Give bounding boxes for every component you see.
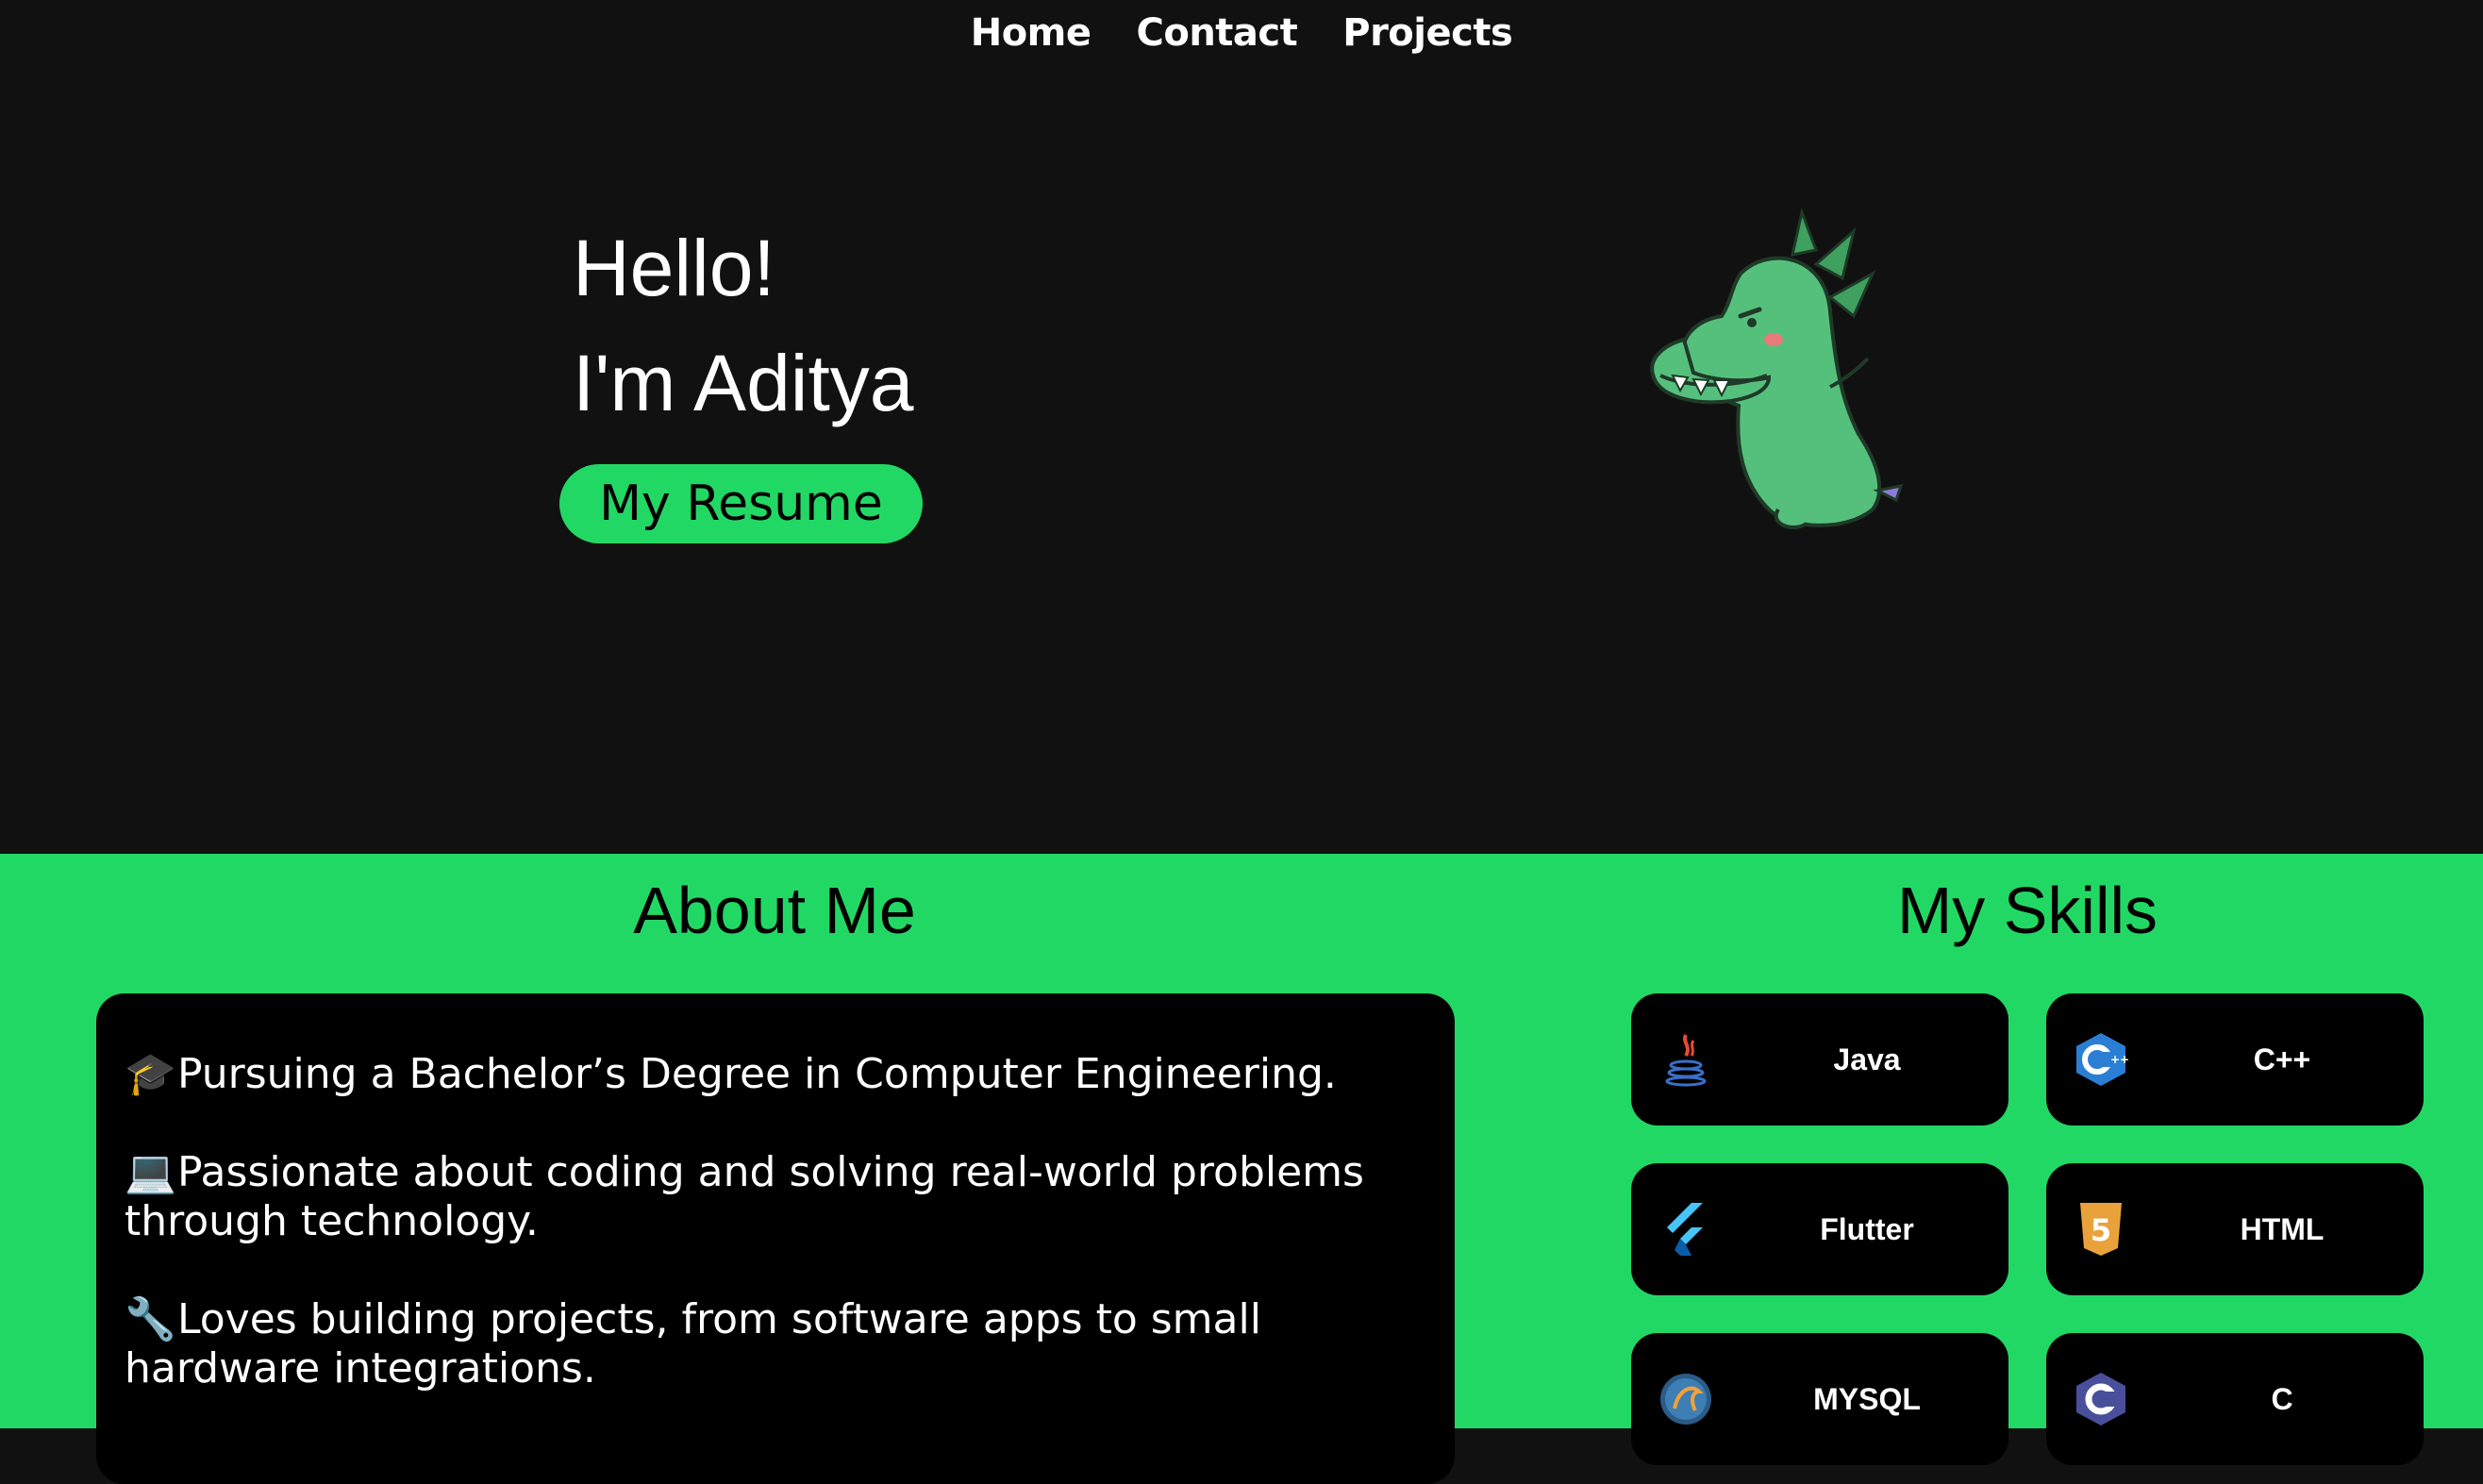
skill-label: Flutter xyxy=(1820,1211,1914,1246)
java-icon xyxy=(1665,1034,1707,1087)
resume-button[interactable]: My Resume xyxy=(559,464,923,543)
nav-projects-link[interactable]: Projects xyxy=(1342,11,1513,55)
dinosaur-illustration xyxy=(1650,208,1904,529)
skill-label: C xyxy=(2271,1381,2293,1416)
skill-card-html[interactable]: 5 HTML xyxy=(2046,1163,2424,1295)
skill-card-mysql[interactable]: MYSQL xyxy=(1631,1333,2008,1465)
hero-greeting: Hello! xyxy=(573,224,775,312)
about-skills-section: About Me My Skills 🎓Pursuing a Bachelor’… xyxy=(0,854,2483,1484)
about-item-coding: 💻Passionate about coding and solving rea… xyxy=(125,1148,1426,1246)
skill-label: C++ xyxy=(2253,1042,2311,1076)
nav-home-link[interactable]: Home xyxy=(971,11,1092,55)
about-item-degree: 🎓Pursuing a Bachelor’s Degree in Compute… xyxy=(125,1050,1426,1099)
svg-text:++: ++ xyxy=(2110,1053,2129,1066)
wrench-icon: 🔧 xyxy=(125,1295,176,1343)
hero-section: Home Contact Projects Hello! I'm Aditya … xyxy=(0,0,2483,854)
about-item-text: Loves building projects, from software a… xyxy=(125,1295,1261,1392)
c-icon xyxy=(2076,1373,2125,1426)
html5-icon: 5 xyxy=(2080,1203,2122,1256)
nav-contact-link[interactable]: Contact xyxy=(1136,11,1297,55)
cpp-icon: ++ xyxy=(2076,1033,2129,1086)
laptop-icon: 💻 xyxy=(125,1148,176,1196)
skill-label: HTML xyxy=(2240,1211,2325,1246)
about-item-text: Passionate about coding and solving real… xyxy=(125,1148,1364,1245)
skill-card-c[interactable]: C xyxy=(2046,1333,2424,1465)
top-nav: Home Contact Projects xyxy=(0,11,2483,55)
about-item-projects: 🔧Loves building projects, from software … xyxy=(125,1295,1426,1393)
skill-label: MYSQL xyxy=(1813,1381,1921,1416)
skill-label: Java xyxy=(1833,1042,1901,1076)
skills-title: My Skills xyxy=(1896,874,2158,947)
about-card: 🎓Pursuing a Bachelor’s Degree in Compute… xyxy=(96,993,1455,1484)
about-title: About Me xyxy=(633,874,916,947)
hero-name: I'm Aditya xyxy=(573,339,914,427)
skill-card-flutter[interactable]: Flutter xyxy=(1631,1163,2008,1295)
about-item-text: Pursuing a Bachelor’s Degree in Computer… xyxy=(177,1050,1337,1098)
graduation-cap-icon: 🎓 xyxy=(125,1050,176,1098)
skill-card-cpp[interactable]: ++ C++ xyxy=(2046,993,2424,1126)
skill-card-java[interactable]: Java xyxy=(1631,993,2008,1126)
svg-text:5: 5 xyxy=(2091,1212,2111,1248)
mysql-icon xyxy=(1660,1374,1711,1425)
flutter-icon xyxy=(1667,1203,1703,1256)
